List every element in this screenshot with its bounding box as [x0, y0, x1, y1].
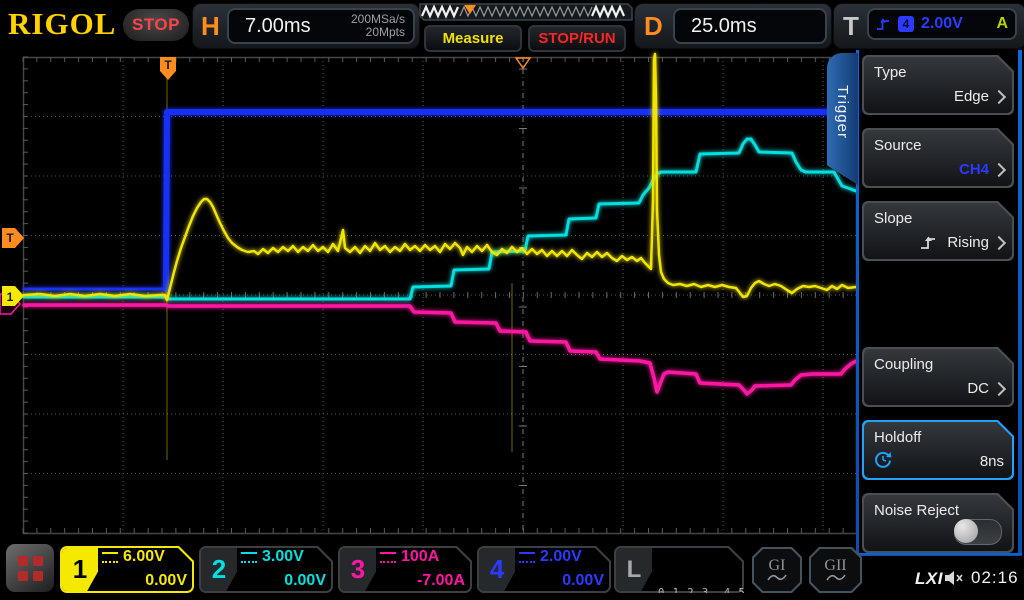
- delay-value: 25.0ms: [675, 15, 757, 38]
- toggle-knob: [954, 519, 978, 543]
- trigger-menu-tab[interactable]: Trigger: [827, 53, 858, 185]
- chevron-right-icon: [992, 89, 1006, 103]
- channel4-offset-value: 0.00V: [519, 572, 604, 590]
- horizontal-group: H 7.00ms 200MSa/s 20Mpts: [192, 3, 420, 49]
- channel2-scale: 3.00V: [262, 548, 304, 566]
- generator1-label: GI: [769, 558, 786, 573]
- generator1-box[interactable]: GI: [752, 547, 802, 593]
- delay-group: D 25.0ms: [634, 3, 832, 49]
- trigger-group: T 4 2.00V A: [833, 3, 1024, 49]
- trace-CH3: [24, 305, 856, 394]
- menu-label-coupling: Coupling: [874, 356, 933, 373]
- channel3-scale: 100A: [401, 548, 439, 566]
- channel1-offset-label: 1: [7, 290, 14, 304]
- menu-value-coupling: DC: [967, 380, 989, 397]
- channel1-status-box[interactable]: 1 6.00V 0.00V: [60, 546, 194, 593]
- trigger-level-value: 2.00V: [921, 15, 963, 33]
- trigger-level-label: T: [6, 231, 14, 245]
- dc-coupling-icon: [102, 552, 118, 563]
- channel4-status-box[interactable]: 4 2.00V 0.00V: [477, 546, 611, 593]
- channel3-offset-marker[interactable]: [0, 294, 20, 314]
- menu-item-holdoff[interactable]: Holdoff 8ns: [862, 420, 1014, 480]
- menu-label-noise-reject: Noise Reject: [874, 502, 959, 519]
- generator2-label: GII: [824, 558, 846, 573]
- channel1-scale: 6.00V: [123, 548, 165, 566]
- channel2-offset-value: 0.00V: [241, 572, 326, 590]
- menu-grid-button[interactable]: [6, 544, 54, 592]
- channel3-offset-value: -7.00A: [380, 572, 465, 590]
- oscilloscope-screen: RIGOL STOP H 7.00ms 200MSa/s 20Mpts Meas…: [0, 0, 1024, 600]
- channel1-offset-value: 0.00V: [102, 572, 187, 590]
- chevron-right-icon: [992, 162, 1006, 176]
- measure-button[interactable]: Measure: [424, 25, 522, 52]
- dc-coupling-icon: [241, 552, 257, 563]
- trigger-sweep-mode: A: [996, 15, 1008, 33]
- lxi-indicator: LXI: [915, 569, 943, 589]
- delay-box[interactable]: 25.0ms: [673, 8, 827, 44]
- menu-item-noise-reject[interactable]: Noise Reject: [862, 493, 1014, 553]
- menu-value-slope: Rising: [947, 234, 989, 251]
- trigger-status-box[interactable]: 4 2.00V A: [867, 8, 1017, 40]
- memory-depth: 20Mpts: [351, 26, 405, 39]
- speaker-muted-icon: [944, 570, 966, 586]
- trigger-menu-tab-label: Trigger: [834, 85, 851, 153]
- run-state-badge: STOP: [123, 9, 189, 41]
- chevron-right-icon: [992, 235, 1006, 249]
- generator2-box[interactable]: GII: [809, 547, 862, 593]
- menu-item-type[interactable]: Type Edge: [862, 55, 1014, 115]
- menu-value-source: CH4: [959, 161, 989, 178]
- menu-label-slope: Slope: [874, 210, 912, 227]
- screen-right-border: [1018, 50, 1022, 556]
- header-bar: RIGOL STOP H 7.00ms 200MSa/s 20Mpts Meas…: [0, 0, 1024, 50]
- timebase-value: 7.00ms: [229, 15, 311, 38]
- sidebar-bottom-border: [856, 553, 1022, 556]
- trigger-level-marker[interactable]: [2, 228, 24, 248]
- chevron-right-icon: [992, 381, 1006, 395]
- menu-item-source[interactable]: Source CH4: [862, 128, 1014, 188]
- brand-logo: RIGOL: [8, 6, 116, 42]
- menu-label-holdoff: Holdoff: [874, 429, 921, 446]
- channel4-scale: 2.00V: [540, 548, 582, 566]
- rising-edge-icon: [920, 235, 937, 250]
- stop-run-button[interactable]: STOP/RUN: [528, 25, 626, 52]
- horizontal-label: H: [201, 11, 220, 42]
- trigger-position-label: T: [164, 58, 172, 72]
- channel2-status-box[interactable]: 2 3.00V 0.00V: [199, 546, 333, 593]
- menu-label-source: Source: [874, 137, 922, 154]
- dc-coupling-icon: [519, 552, 535, 563]
- timebase-box[interactable]: 7.00ms 200MSa/s 20Mpts: [227, 8, 415, 44]
- trigger-source-badge: 4: [898, 16, 914, 32]
- trigger-position-marker[interactable]: [160, 57, 176, 80]
- channel3-status-box[interactable]: 3 100A -7.00A: [338, 546, 472, 593]
- delay-position-marker: [516, 58, 530, 68]
- grid-icon: [18, 556, 43, 581]
- knob-icon: [874, 451, 894, 470]
- sine-icon: [767, 573, 787, 582]
- rising-edge-icon: [876, 17, 891, 31]
- logic-analyzer-box[interactable]: L 0 1 2 3 4 5 6 7 8 9 1011 12131415: [614, 546, 744, 593]
- menu-label-type: Type: [874, 64, 907, 81]
- clock: 02:16: [971, 568, 1019, 588]
- dc-coupling-icon: [380, 552, 396, 563]
- trace-CH2: [24, 139, 856, 299]
- menu-value-holdoff: 8ns: [980, 453, 1004, 470]
- menu-item-slope[interactable]: Slope Rising: [862, 201, 1014, 261]
- menu-value-type: Edge: [954, 88, 989, 105]
- waveform-overview-bar[interactable]: [414, 3, 634, 22]
- channel1-offset-marker[interactable]: [2, 286, 24, 306]
- trigger-label: T: [843, 11, 859, 42]
- noise-reject-toggle[interactable]: [954, 519, 1002, 545]
- delay-label: D: [644, 11, 663, 42]
- trace-CH4: [166, 112, 856, 289]
- trace-CH1: [24, 54, 856, 300]
- sine-icon: [826, 573, 846, 582]
- menu-item-coupling[interactable]: Coupling DC: [862, 347, 1014, 407]
